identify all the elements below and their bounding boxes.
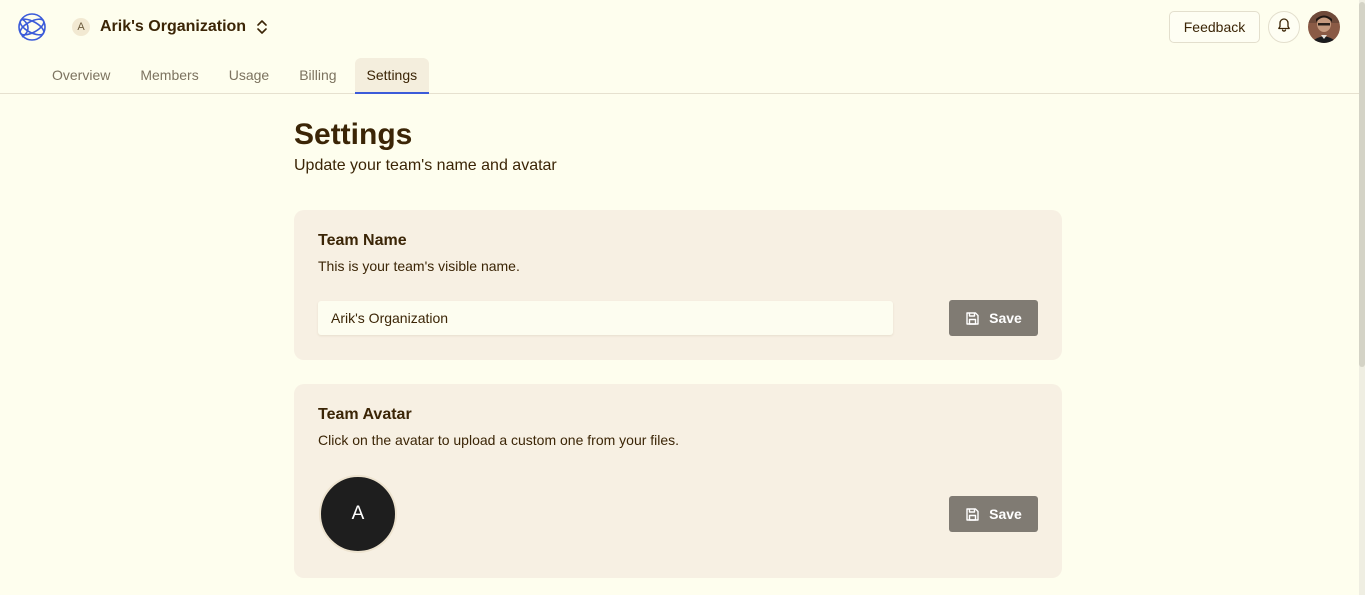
page-subtitle: Update your team's name and avatar <box>294 157 557 174</box>
save-label: Save <box>989 310 1022 326</box>
tab-billing[interactable]: Billing <box>284 58 351 94</box>
tab-usage[interactable]: Usage <box>214 58 284 94</box>
tab-members[interactable]: Members <box>125 58 213 94</box>
user-avatar[interactable] <box>1308 11 1340 43</box>
team-name-description: This is your team's visible name. <box>318 258 520 274</box>
vertical-scrollbar[interactable] <box>1359 0 1365 595</box>
team-name-title: Team Name <box>318 232 407 249</box>
org-badge: A <box>72 18 90 36</box>
team-avatar-title: Team Avatar <box>318 406 412 423</box>
tab-overview[interactable]: Overview <box>37 58 125 94</box>
save-team-name-button[interactable]: Save <box>949 300 1038 336</box>
chevron-up-down-icon <box>256 19 268 35</box>
team-name-input[interactable] <box>318 301 893 335</box>
feedback-button[interactable]: Feedback <box>1169 11 1260 43</box>
floppy-disk-icon <box>966 311 979 325</box>
notifications-button[interactable] <box>1268 11 1300 43</box>
bell-icon <box>1277 17 1291 37</box>
page-title: Settings <box>294 118 413 151</box>
top-header: A Arik's Organization Feedback Overview … <box>0 0 1365 94</box>
team-avatar-upload[interactable]: A <box>319 475 397 553</box>
tab-settings[interactable]: Settings <box>354 58 430 94</box>
team-avatar-card: Team Avatar Click on the avatar to uploa… <box>294 384 1062 578</box>
org-name: Arik's Organization <box>100 18 247 35</box>
org-switcher[interactable]: A Arik's Organization <box>72 17 268 37</box>
save-team-avatar-button[interactable]: Save <box>949 496 1038 532</box>
team-name-card: Team Name This is your team's visible na… <box>294 210 1062 360</box>
team-avatar-description: Click on the avatar to upload a custom o… <box>318 432 680 448</box>
tab-bar: Overview Members Usage Billing Settings <box>37 58 430 94</box>
globe-logo-icon[interactable] <box>16 10 48 44</box>
save-label: Save <box>989 506 1022 522</box>
scrollbar-thumb[interactable] <box>1359 2 1365 367</box>
floppy-disk-icon <box>966 507 979 521</box>
